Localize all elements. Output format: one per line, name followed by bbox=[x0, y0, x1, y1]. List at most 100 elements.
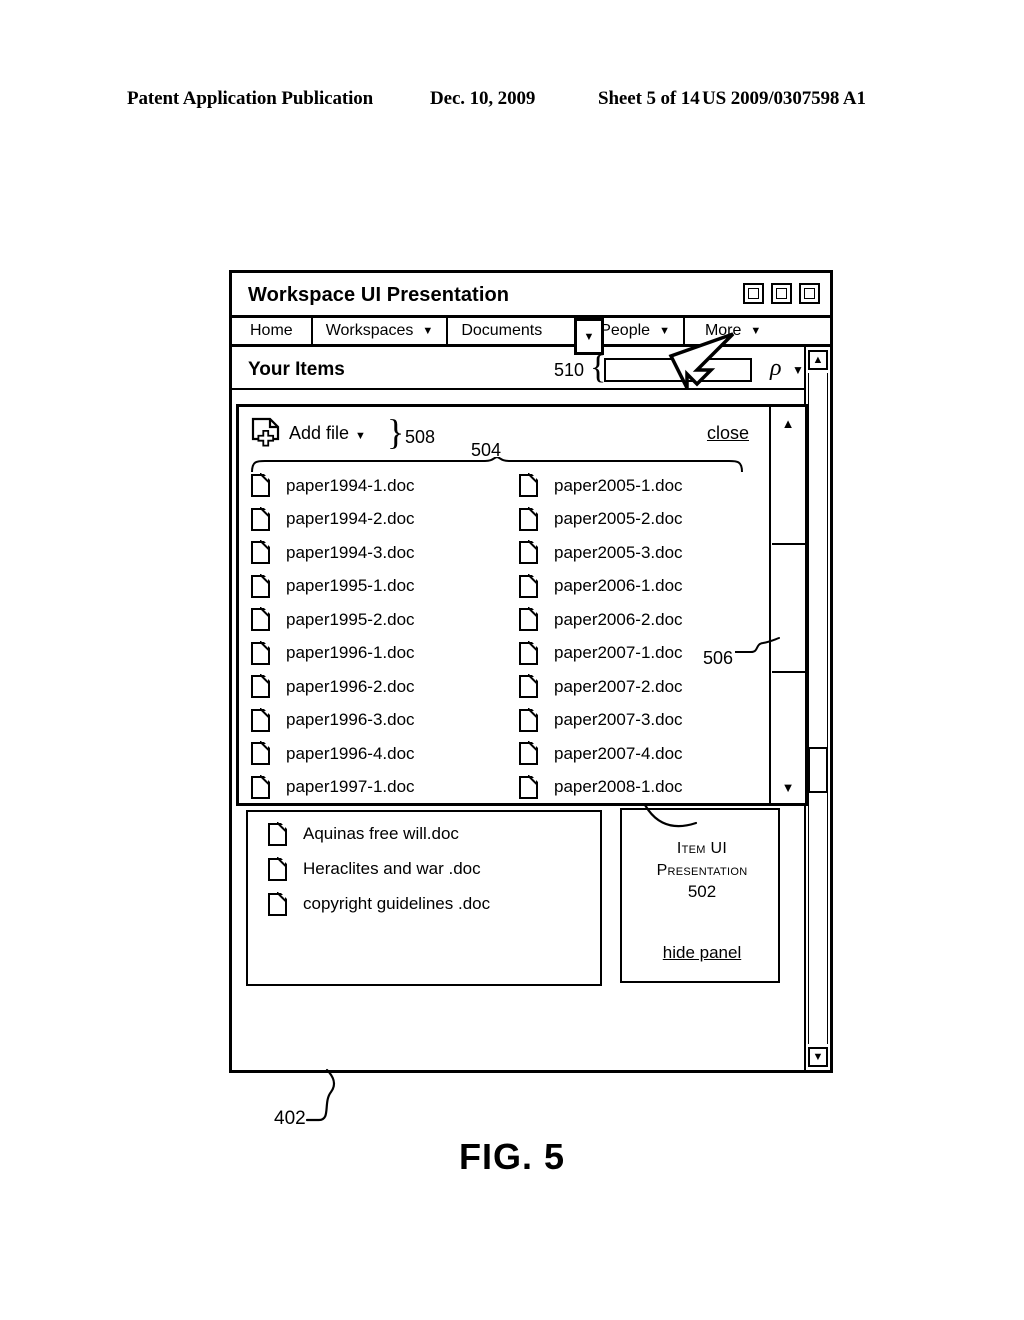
document-icon bbox=[268, 856, 288, 881]
list-item-label: paper1996-1.doc bbox=[286, 643, 415, 663]
dropdown-scroll-down-button[interactable]: ▼ bbox=[771, 775, 805, 799]
list-item-label: paper1994-2.doc bbox=[286, 509, 415, 529]
list-item[interactable]: paper2005-1.doc bbox=[519, 469, 789, 503]
scrollbar-track[interactable] bbox=[808, 373, 828, 1044]
document-icon bbox=[519, 640, 539, 665]
document-icon bbox=[251, 573, 271, 598]
list-item[interactable]: paper2007-4.doc bbox=[519, 737, 789, 771]
list-item[interactable]: paper1994-3.doc bbox=[251, 536, 521, 570]
list-item-label: paper1997-1.doc bbox=[286, 777, 415, 797]
scroll-up-button[interactable]: ▲ bbox=[808, 350, 828, 370]
list-item-label: paper2005-3.doc bbox=[554, 542, 683, 562]
list-item-label: paper2006-2.doc bbox=[554, 609, 683, 629]
document-icon bbox=[519, 741, 539, 766]
tab-home[interactable]: Home bbox=[232, 318, 313, 344]
close-button[interactable] bbox=[799, 283, 820, 304]
reference-numeral-504: 504 bbox=[471, 440, 502, 460]
document-icon bbox=[268, 891, 288, 916]
list-item[interactable]: paper2006-1.doc bbox=[519, 570, 789, 604]
list-item-label: paper1995-1.doc bbox=[286, 576, 415, 596]
list-item[interactable]: paper2007-2.doc bbox=[519, 670, 789, 704]
scrollbar-thumb[interactable] bbox=[808, 747, 828, 793]
list-item[interactable]: paper2005-3.doc bbox=[519, 536, 789, 570]
dropdown-scroll-up-button[interactable]: ▲ bbox=[771, 411, 805, 435]
panel-title-line1: Item UI bbox=[676, 840, 728, 857]
item-ui-presentation-panel: Item UI Presentation 502 hide panel bbox=[620, 808, 780, 983]
navigation-tab-bar: Home Workspaces ▼ Documents People ▼ Mor… bbox=[232, 318, 830, 347]
dropdown-file-column-right: paper2005-1.doc paper2005-2.doc paper200… bbox=[519, 469, 789, 804]
search-input[interactable] bbox=[604, 358, 752, 382]
document-icon bbox=[251, 640, 271, 665]
add-file-label: Add file bbox=[289, 423, 350, 443]
list-item[interactable]: Aquinas free will.doc bbox=[268, 820, 459, 848]
patent-page-header: Patent Application Publication Dec. 10, … bbox=[0, 88, 1024, 116]
minimize-button[interactable] bbox=[743, 283, 764, 304]
list-item[interactable]: copyright guidelines .doc bbox=[268, 890, 490, 918]
list-item[interactable]: paper1997-1.doc bbox=[251, 771, 521, 805]
document-icon bbox=[251, 506, 271, 531]
add-file-icon[interactable] bbox=[251, 417, 281, 451]
chevron-down-icon: ▼ bbox=[355, 430, 366, 442]
list-item[interactable]: paper1996-1.doc bbox=[251, 637, 521, 671]
search-icon[interactable]: ρ bbox=[770, 355, 782, 382]
document-icon bbox=[519, 473, 539, 498]
sheet-number: Sheet 5 of 14 bbox=[598, 88, 700, 109]
tab-workspaces[interactable]: Workspaces ▼ bbox=[312, 318, 449, 344]
list-item[interactable]: paper2007-1.doc bbox=[519, 637, 789, 671]
document-icon bbox=[251, 473, 271, 498]
document-icon bbox=[519, 774, 539, 799]
document-icon bbox=[519, 674, 539, 699]
your-items-header: Your Items 510 { ρ ▼ bbox=[232, 347, 830, 390]
document-icon bbox=[519, 607, 539, 632]
list-item[interactable]: paper1996-2.doc bbox=[251, 670, 521, 704]
list-item[interactable]: Heraclites and war .doc bbox=[268, 855, 481, 883]
triangle-down-icon: ▼ bbox=[812, 1051, 824, 1063]
maximize-button[interactable] bbox=[771, 283, 792, 304]
chevron-down-icon: ▼ bbox=[583, 330, 595, 343]
list-item-label: paper1994-1.doc bbox=[286, 475, 415, 495]
document-icon bbox=[519, 707, 539, 732]
list-item[interactable]: paper1994-2.doc bbox=[251, 503, 521, 537]
triangle-up-icon: ▲ bbox=[812, 354, 824, 366]
list-item-label: paper2007-2.doc bbox=[554, 676, 683, 696]
list-item[interactable]: paper1996-3.doc bbox=[251, 704, 521, 738]
list-item[interactable]: paper2008-1.doc bbox=[519, 771, 789, 805]
list-item-label: paper1996-2.doc bbox=[286, 676, 415, 696]
list-item[interactable]: paper1994-1.doc bbox=[251, 469, 521, 503]
search-options-chevron-down-icon[interactable]: ▼ bbox=[792, 363, 804, 377]
reference-numeral-510: 510 bbox=[554, 360, 585, 380]
tab-more-label: More bbox=[704, 322, 742, 339]
publication-date: Dec. 10, 2009 bbox=[430, 88, 536, 109]
window-title-bar: Workspace UI Presentation bbox=[232, 273, 830, 318]
hide-panel-link[interactable]: hide panel bbox=[622, 943, 782, 963]
list-item[interactable]: paper2006-2.doc bbox=[519, 603, 789, 637]
list-item[interactable]: paper1996-4.doc bbox=[251, 737, 521, 771]
list-item[interactable]: paper1995-1.doc bbox=[251, 570, 521, 604]
tab-more[interactable]: More ▼ bbox=[684, 318, 775, 344]
chevron-down-icon: ▼ bbox=[659, 324, 670, 337]
add-file-button[interactable]: Add file ▼ bbox=[289, 423, 366, 444]
close-dropdown-link[interactable]: close bbox=[707, 423, 749, 444]
documents-dropdown-panel: Add file ▼ } 508 504 close paper1994-1.do… bbox=[236, 404, 808, 806]
dropdown-vertical-scrollbar[interactable]: ▲ ▼ bbox=[769, 407, 805, 803]
list-item-label: paper1996-4.doc bbox=[286, 743, 415, 763]
brace-508: } bbox=[387, 412, 405, 452]
list-item-label: Aquinas free will.doc bbox=[303, 824, 459, 843]
scroll-down-button[interactable]: ▼ bbox=[808, 1047, 828, 1067]
tab-people[interactable]: People ▼ bbox=[552, 318, 685, 344]
tab-workspaces-label: Workspaces bbox=[325, 322, 414, 339]
list-item[interactable]: paper2007-3.doc bbox=[519, 704, 789, 738]
reference-numeral-506: 506 bbox=[703, 648, 734, 668]
chevron-down-icon: ▼ bbox=[750, 324, 762, 337]
dropdown-scrollbar-thumb[interactable] bbox=[772, 543, 805, 673]
window-title: Workspace UI Presentation bbox=[248, 284, 510, 306]
list-item[interactable]: paper2005-2.doc bbox=[519, 503, 789, 537]
documents-dropdown-button[interactable]: ▼ bbox=[574, 318, 604, 355]
list-item[interactable]: paper1995-2.doc bbox=[251, 603, 521, 637]
reference-numeral-402: 402 bbox=[274, 1108, 306, 1129]
tab-documents[interactable]: Documents bbox=[448, 318, 553, 344]
list-item-label: paper1996-3.doc bbox=[286, 710, 415, 730]
reference-numeral-502: 502 bbox=[687, 882, 717, 901]
document-icon bbox=[519, 506, 539, 531]
window-control-buttons bbox=[743, 283, 820, 304]
